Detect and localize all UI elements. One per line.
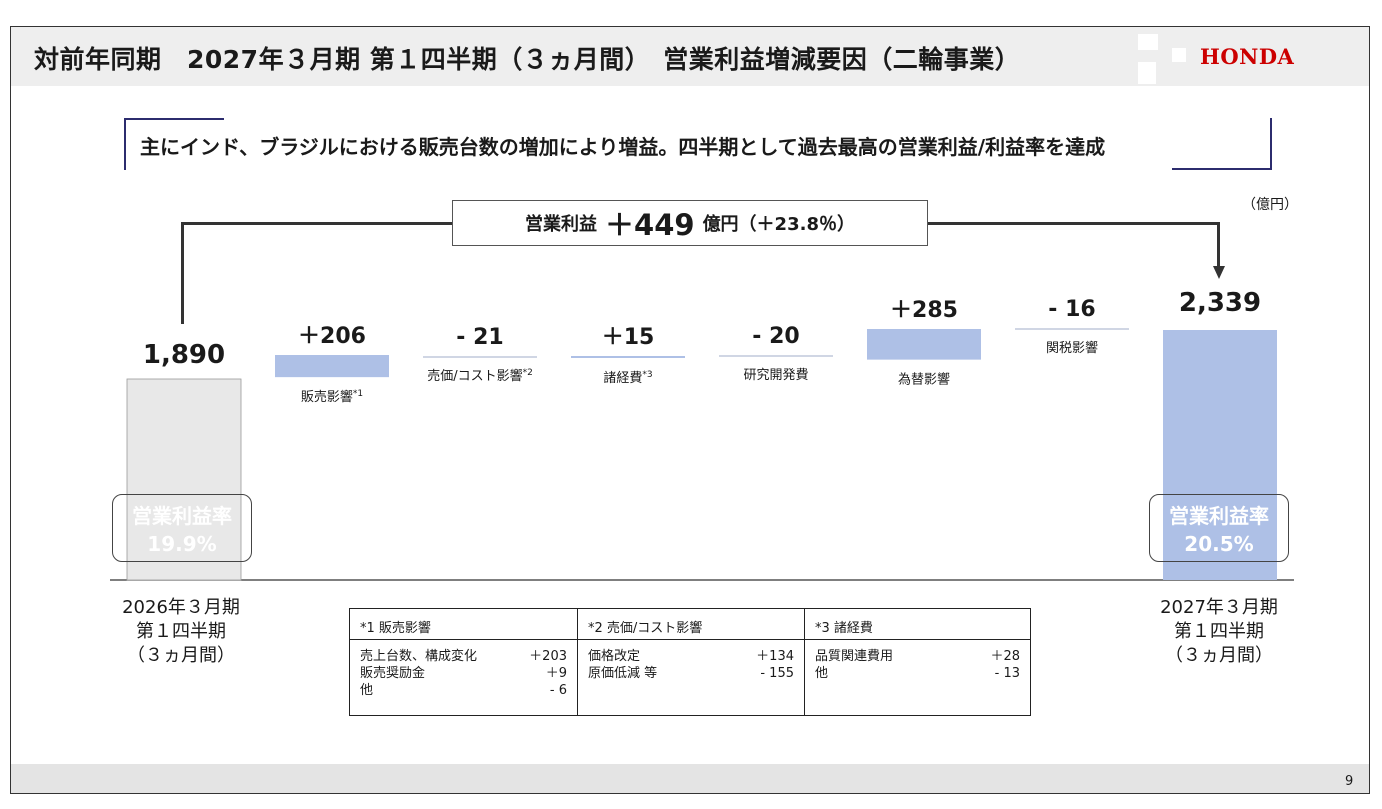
bar-value-label: ＋285 <box>890 298 958 323</box>
footnote-sales-impact: *1 販売影響 売上台数、構成変化 ＋203 販売奨励金 ＋9 他 - 6 <box>350 609 577 715</box>
bar-category-label: 売価/コスト影響*2 <box>427 368 533 384</box>
footnote-value: ＋203 <box>529 649 567 664</box>
footnote-row: 原価低減 等 - 155 <box>578 665 804 682</box>
footnote-item: 価格改定 <box>588 649 641 664</box>
footnotes-table: *1 販売影響 売上台数、構成変化 ＋203 販売奨励金 ＋9 他 - 6 *2 売価… <box>349 608 1031 716</box>
bar-category-label: 関税影響 <box>1046 340 1098 356</box>
margin-label: 営業利益率 <box>132 504 232 528</box>
footnote-title: *2 売価/コスト影響 <box>578 609 804 640</box>
bar-delta-1 <box>275 355 389 378</box>
footnote-item: 品質関連費用 <box>815 649 894 664</box>
footnote-title: *3 諸経費 <box>805 609 1030 640</box>
footnote-value: ＋28 <box>990 649 1020 664</box>
bar-value-label: - 21 <box>456 325 503 350</box>
margin-label: 営業利益率 <box>1169 504 1269 528</box>
page-number: 9 <box>1345 774 1354 789</box>
footnote-expenses: *3 諸経費 品質関連費用 ＋28 他 - 13 <box>804 609 1030 715</box>
footnote-row: 他 - 13 <box>805 665 1030 682</box>
footnote-title: *1 販売影響 <box>350 609 577 640</box>
period-label-start: 2026年３月期 第１四半期 （３ヵ月間） <box>101 596 261 668</box>
footnote-value: ＋134 <box>756 649 794 664</box>
footnote-item: 他 <box>360 683 374 698</box>
bar-category-label: 販売影響*1 <box>301 389 363 405</box>
footnote-item: 販売奨励金 <box>360 666 426 681</box>
footnote-row: 他 - 6 <box>350 682 577 699</box>
period-line: 第１四半期 <box>1174 621 1264 642</box>
period-line: （３ヵ月間） <box>1165 645 1273 666</box>
period-label-end: 2027年３月期 第１四半期 （３ヵ月間） <box>1139 596 1299 668</box>
margin-value: 20.5% <box>1184 532 1254 556</box>
bar-value-label: 2,339 <box>1179 288 1261 318</box>
footnote-item: 他 <box>815 666 829 681</box>
footnote-price-cost-impact: *2 売価/コスト影響 価格改定 ＋134 原価低減 等 - 155 <box>577 609 804 715</box>
footnote-row: 売上台数、構成変化 ＋203 <box>350 648 577 665</box>
bar-value-label: ＋206 <box>298 324 366 349</box>
period-line: 2027年３月期 <box>1160 597 1278 618</box>
footnote-row: 価格改定 ＋134 <box>578 648 804 665</box>
bar-category-label: 研究開発費 <box>743 368 808 383</box>
footnote-value: - 13 <box>994 666 1020 681</box>
bar-value-label: 1,890 <box>143 340 225 370</box>
bar-delta-3 <box>571 356 685 358</box>
footnote-value: - 155 <box>760 666 794 681</box>
footnote-row: 販売奨励金 ＋9 <box>350 665 577 682</box>
period-line: 第１四半期 <box>136 621 226 642</box>
period-line: （３ヵ月間） <box>127 645 235 666</box>
bar-value-label: - 16 <box>1048 297 1095 322</box>
footnote-value: - 6 <box>549 683 567 698</box>
bar-category-label: 為替影響 <box>898 372 950 388</box>
footer-bar <box>11 764 1369 793</box>
bar-value-label: ＋15 <box>602 325 655 350</box>
period-line: 2026年３月期 <box>122 597 240 618</box>
footnote-value: ＋9 <box>545 666 567 681</box>
footnote-row: 品質関連費用 ＋28 <box>805 648 1030 665</box>
footnote-item: 売上台数、構成変化 <box>360 649 478 664</box>
footnote-item: 原価低減 等 <box>588 666 658 681</box>
bar-category-label: 諸経費*3 <box>603 370 652 386</box>
bar-value-label: - 20 <box>752 324 799 349</box>
operating-margin-badge-right: 営業利益率 20.5% <box>1149 494 1289 562</box>
operating-margin-badge-left: 営業利益率 19.9% <box>112 494 252 562</box>
margin-value: 19.9% <box>147 532 217 556</box>
bar-delta-5 <box>867 329 981 360</box>
